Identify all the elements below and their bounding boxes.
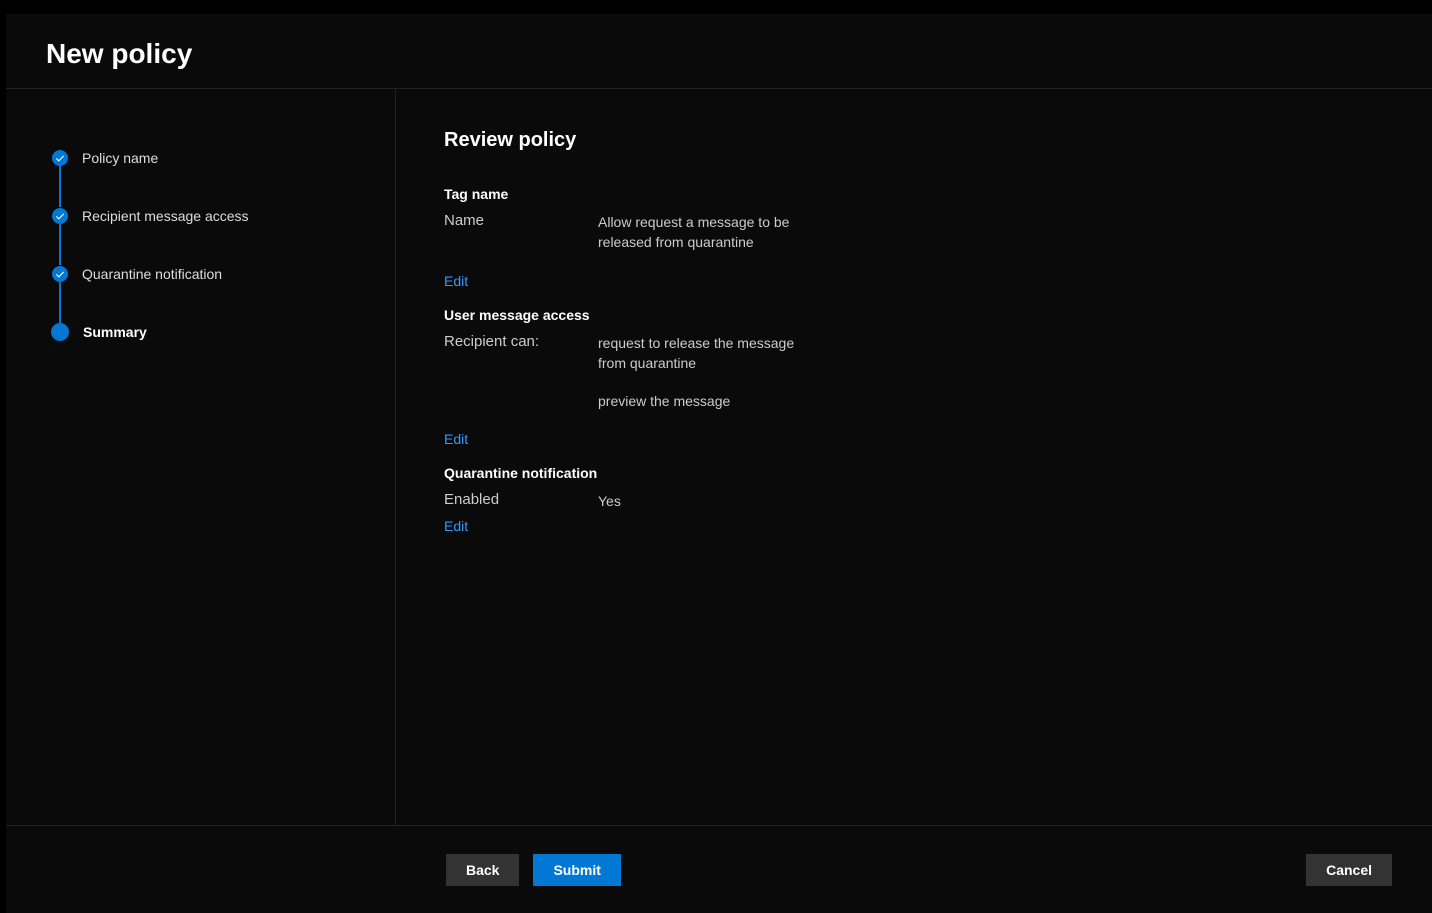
step-summary[interactable]: Summary xyxy=(52,303,395,361)
wizard-footer: Back Submit Cancel xyxy=(6,825,1432,913)
edit-tag-name-link[interactable]: Edit xyxy=(444,273,468,289)
check-icon xyxy=(52,150,68,166)
step-label: Recipient message access xyxy=(82,208,249,224)
check-icon xyxy=(52,208,68,224)
section-heading-notification: Quarantine notification xyxy=(444,465,1432,481)
back-button[interactable]: Back xyxy=(446,854,519,886)
check-icon xyxy=(52,266,68,282)
content-title: Review policy xyxy=(444,129,1432,152)
panel-body: Policy name Recipient message access Qua… xyxy=(6,89,1432,825)
row-label: Recipient can: xyxy=(444,333,598,350)
section-heading-user-access: User message access xyxy=(444,307,1432,323)
wizard-content: Review policy Tag name Name Allow reques… xyxy=(396,89,1432,825)
wizard-sidebar: Policy name Recipient message access Qua… xyxy=(6,89,396,825)
panel-title: New policy xyxy=(46,38,1392,70)
row-enabled: Enabled Yes xyxy=(444,491,1432,511)
row-value: preview the message xyxy=(598,391,818,411)
step-label: Quarantine notification xyxy=(82,266,222,282)
row-label: Enabled xyxy=(444,491,598,508)
step-recipient-access[interactable]: Recipient message access xyxy=(52,187,395,245)
row-recipient-can: Recipient can: request to release the me… xyxy=(444,333,1432,412)
cancel-button[interactable]: Cancel xyxy=(1306,854,1392,886)
wizard-panel: New policy Policy name Recipient messag xyxy=(6,14,1432,913)
row-value: Allow request a message to be released f… xyxy=(598,212,818,253)
row-tag-name: Name Allow request a message to be relea… xyxy=(444,212,1432,253)
row-value: request to release the message from quar… xyxy=(598,333,818,374)
edit-notification-link[interactable]: Edit xyxy=(444,518,468,534)
section-heading-tag-name: Tag name xyxy=(444,186,1432,202)
step-label: Policy name xyxy=(82,150,158,166)
step-label: Summary xyxy=(83,324,147,340)
submit-button[interactable]: Submit xyxy=(533,854,620,886)
row-value: Yes xyxy=(598,491,621,511)
row-label: Name xyxy=(444,212,598,229)
step-connector xyxy=(59,223,61,265)
panel-header: New policy xyxy=(6,14,1432,89)
wizard-steps: Policy name Recipient message access Qua… xyxy=(52,129,395,361)
step-policy-name[interactable]: Policy name xyxy=(52,129,395,187)
step-connector xyxy=(59,281,61,323)
step-connector xyxy=(59,165,61,207)
footer-right: Cancel xyxy=(1306,854,1392,886)
current-step-icon xyxy=(51,323,69,341)
edit-user-access-link[interactable]: Edit xyxy=(444,431,468,447)
step-quarantine-notification[interactable]: Quarantine notification xyxy=(52,245,395,303)
footer-left: Back Submit xyxy=(446,854,621,886)
